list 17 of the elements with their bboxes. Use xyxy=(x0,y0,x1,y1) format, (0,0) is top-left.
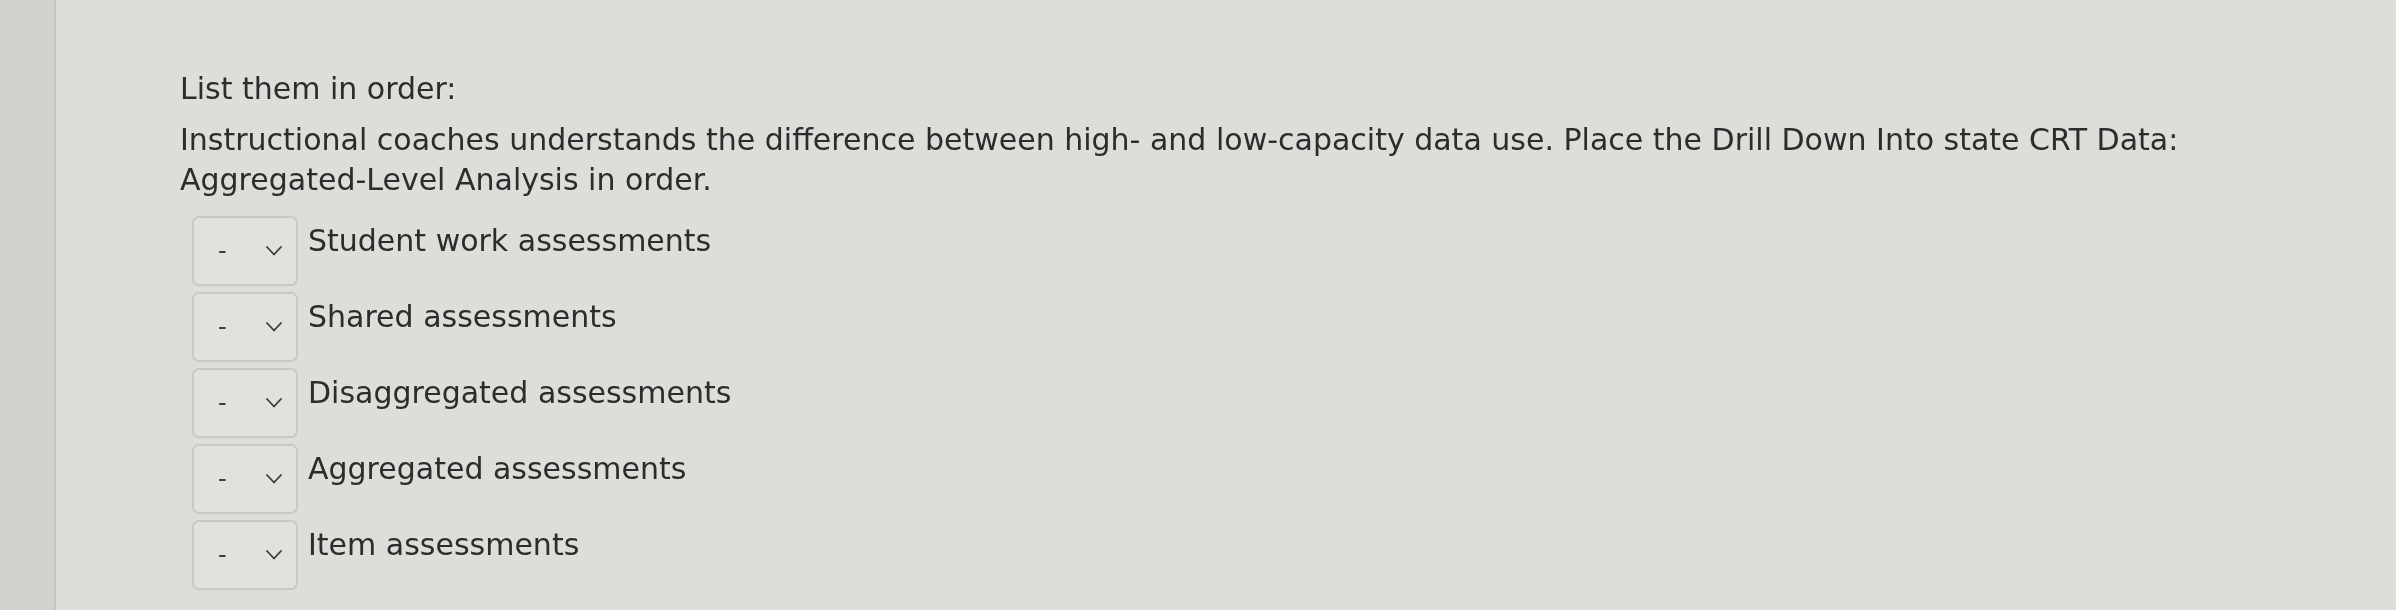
item-label: Aggregated assessments xyxy=(308,451,687,487)
question-text: Instructional coaches understands the difference between high- and low-capacity data use. Place the Drill Down Into state CRT Data: Aggregated-Level Analysis in order. xyxy=(180,121,2180,199)
order-dropdown[interactable]: - xyxy=(192,368,298,438)
chevron-down-icon xyxy=(266,550,282,560)
chevron-down-icon xyxy=(266,322,282,332)
chevron-down-icon xyxy=(266,474,282,484)
chevron-down-icon xyxy=(266,246,282,256)
item-label: Shared assessments xyxy=(308,299,617,335)
instruction-text: List them in order: xyxy=(180,70,457,108)
item-label: Item assessments xyxy=(308,527,580,563)
item-label: Disaggregated assessments xyxy=(308,375,732,411)
order-dropdown[interactable]: - xyxy=(192,292,298,362)
order-dropdown[interactable]: - xyxy=(192,444,298,514)
order-dropdown[interactable]: - xyxy=(192,520,298,590)
order-dropdown[interactable]: - xyxy=(192,216,298,286)
item-label: Student work assessments xyxy=(308,223,712,259)
chevron-down-icon xyxy=(266,398,282,408)
